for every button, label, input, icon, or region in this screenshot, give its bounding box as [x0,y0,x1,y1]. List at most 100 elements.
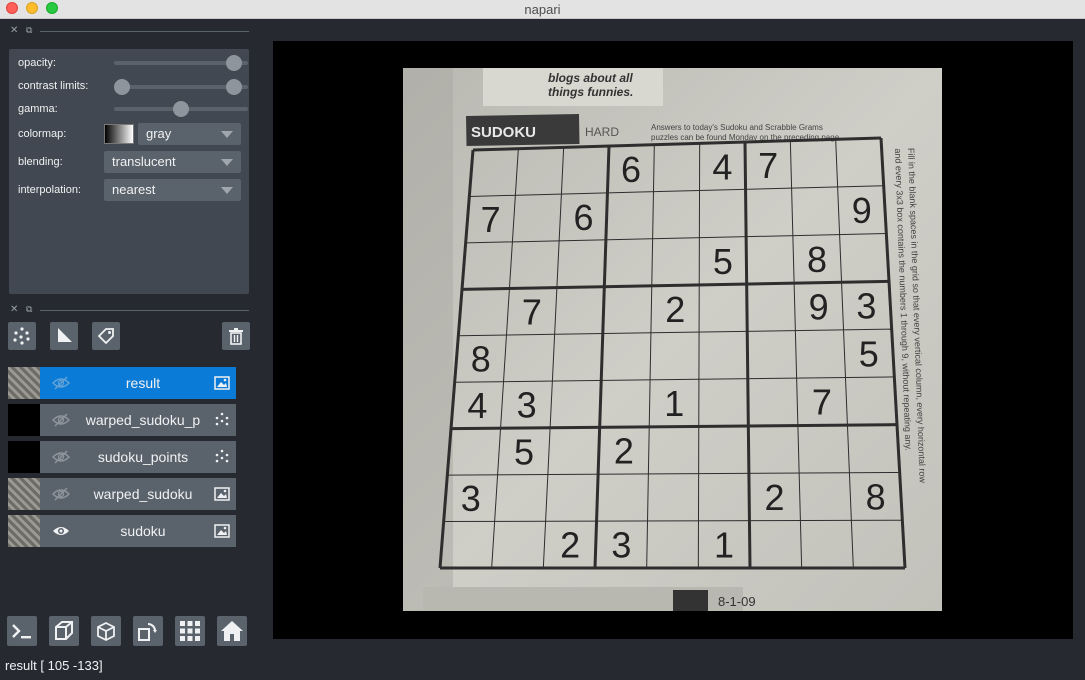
toggle-3d-button[interactable] [49,616,79,646]
new-shapes-layer-button[interactable] [50,322,78,350]
layer-thumbnail [8,441,40,473]
layer-item-result[interactable]: result [8,367,236,399]
layer-name[interactable]: sudoku [78,523,208,539]
sudoku-cell-digit: 9 [809,286,829,327]
sudoku-cell-digit: 3 [611,525,631,566]
layer-item-body[interactable]: sudoku [40,515,236,547]
close-dock-icon[interactable]: ✕ [10,25,18,36]
new-points-layer-button[interactable] [8,322,36,350]
sudoku-cell-digit: 1 [664,383,684,424]
layer-item-sudoku[interactable]: sudoku [8,515,236,547]
contrast-max-handle[interactable] [226,79,243,95]
sudoku-cell-digit: 2 [560,525,580,566]
new-labels-layer-button[interactable] [92,322,120,350]
sudoku-cell-digit: 7 [812,382,832,423]
opacity-slider-handle[interactable] [226,55,243,71]
sudoku-cell-digit: 4 [712,146,732,187]
delete-layer-button[interactable] [222,322,250,350]
gamma-slider[interactable] [114,101,248,117]
colormap-label: colormap: [18,128,67,140]
chevron-down-icon [221,131,233,138]
layer-item-warped_sudoku[interactable]: warped_sudoku [8,478,236,510]
layer-name[interactable]: result [78,375,208,391]
svg-text:things funnies.: things funnies. [548,85,633,99]
layer-item-warped_sudoku_p[interactable]: warped_sudoku_p [8,404,236,436]
colormap-preview [104,124,134,144]
layer-controls-dock-header: ✕ ⧉ [8,25,249,39]
grid-icon [180,621,200,641]
layer-item-body[interactable]: sudoku_points [40,441,236,473]
transpose-axes-button[interactable] [133,616,163,646]
contrast-limits-label: contrast limits: [18,80,89,92]
eye-hidden-icon[interactable] [51,486,71,507]
layer-item-body[interactable]: result [40,367,236,399]
eye-hidden-icon[interactable] [51,449,71,470]
new-labels-icon [97,328,114,345]
eye-icon[interactable] [52,523,70,544]
image-layer-icon [214,523,230,544]
sudoku-cell-digit: 9 [852,190,872,231]
colormap-dropdown[interactable]: gray [138,123,241,145]
chevron-down-icon [221,159,233,166]
ndisplay-3d-icon [55,621,73,640]
layer-controls-panel: opacity: contrast limits: gamma: colorma… [9,49,249,294]
float-dock-icon[interactable]: ⧉ [26,304,32,315]
eye-hidden-icon[interactable] [51,375,71,396]
viewer-canvas[interactable]: blogs about all things funnies. SUDOKU H… [273,41,1073,639]
contrast-min-handle[interactable] [114,79,130,95]
header-text: blogs about all [548,71,633,85]
new-points-icon [13,327,30,345]
colormap-value: gray [146,126,172,141]
float-dock-icon[interactable]: ⧉ [26,25,32,36]
grid-view-button[interactable] [175,616,205,646]
reset-view-button[interactable] [217,616,247,646]
sudoku-cell-digit: 2 [764,477,784,518]
difficulty-label: HARD [585,125,619,139]
sudoku-cell-digit: 8 [471,339,491,380]
layer-name[interactable]: sudoku_points [78,449,208,465]
opacity-label: opacity: [18,57,56,69]
answers-text: Answers to today's Sudoku and Scrabble G… [651,123,823,132]
points-layer-icon [214,449,230,470]
dock-divider [40,31,249,32]
gamma-slider-handle[interactable] [173,101,189,117]
layer-item-body[interactable]: warped_sudoku [40,478,236,510]
layer-item-sudoku_points[interactable]: sudoku_points [8,441,236,473]
sudoku-cell-digit: 5 [713,241,733,282]
layer-thumbnail [8,478,40,510]
contrast-limits-slider[interactable] [114,79,248,95]
chevron-down-icon [221,187,233,194]
window-title: napari [524,2,561,17]
sudoku-cell-digit: 6 [573,197,593,238]
status-bar: result [ 105 -133] [5,658,103,673]
layer-thumbnail [8,515,40,547]
layer-name[interactable]: warped_sudoku_p [78,412,208,428]
close-dock-icon[interactable]: ✕ [10,304,18,315]
layer-item-body[interactable]: warped_sudoku_p [40,404,236,436]
interpolation-dropdown[interactable]: nearest [104,179,241,201]
layer-name[interactable]: warped_sudoku [78,486,208,502]
image-layer-icon [214,375,230,396]
points-layer-icon [214,412,230,433]
sudoku-cell-digit: 2 [665,289,685,330]
image-layer-icon [214,486,230,507]
opacity-slider[interactable] [114,55,248,71]
sudoku-cell-digit: 8 [807,239,827,280]
delete-layer-icon [229,328,243,345]
eye-hidden-icon[interactable] [51,412,71,433]
layer-thumbnail [8,404,40,436]
console-icon [12,624,31,639]
console-button[interactable] [7,616,37,646]
sudoku-title: SUDOKU [471,124,536,141]
sudoku-cell-digit: 3 [856,286,876,327]
sudoku-cell-digit: 3 [517,385,537,426]
home-icon [221,621,243,641]
blending-dropdown[interactable]: translucent [104,151,241,173]
date-label: 8-1-09 [718,594,756,609]
sudoku-cell-digit: 2 [614,431,634,472]
new-shapes-icon [58,328,72,342]
sudoku-photo: blogs about all things funnies. SUDOKU H… [403,68,942,611]
sudoku-image: blogs about all things funnies. SUDOKU H… [403,68,942,611]
roll-axes-button[interactable] [91,616,121,646]
sudoku-cell-digit: 7 [481,199,501,240]
